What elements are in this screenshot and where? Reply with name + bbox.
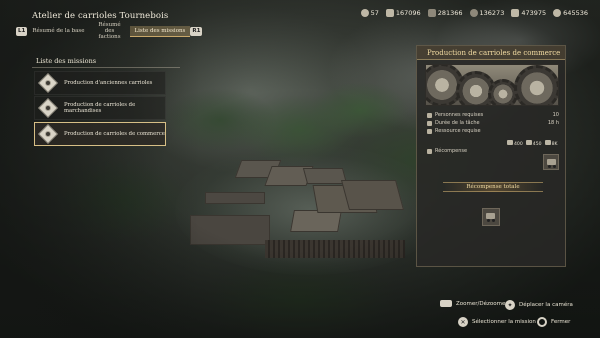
wood-icon: [507, 140, 513, 145]
resource-helmet: 57: [360, 9, 379, 17]
crate-icon: [427, 128, 432, 134]
mission-detail-panel: Production de carrioles de commerce Pers…: [416, 45, 566, 267]
person-icon: [427, 112, 432, 118]
stat-people-required: Personnes requises 10: [427, 112, 559, 118]
mission-item-trade-carts[interactable]: Production de carrioles de commerce: [34, 122, 166, 146]
resource-wood: 281366: [427, 9, 463, 17]
prompt-close[interactable]: Fermer: [537, 317, 570, 327]
mission-emblem-icon: [38, 73, 58, 93]
page-title: Atelier de carrioles Tournebois: [32, 11, 169, 21]
cart-icon: [547, 159, 556, 168]
left-stick-icon: ✦: [505, 300, 515, 310]
resource-value: 473975: [521, 9, 547, 17]
mission-label: Production de carrioles de marchandises: [64, 101, 136, 115]
circle-button-icon: [537, 317, 547, 327]
resource-value: 645536: [563, 9, 588, 17]
ingot-icon: [544, 140, 551, 145]
mission-label: Production de carrioles de commerce: [64, 130, 165, 137]
stat-value: 18 h: [547, 120, 559, 126]
coin-icon: [553, 9, 562, 17]
resource-cart: 167096: [385, 9, 421, 17]
tab-mission-list[interactable]: Liste des missions: [129, 25, 191, 37]
cross-button-icon: ✕: [458, 317, 468, 327]
mission-item-old-carts[interactable]: Production d'anciennes carrioles: [34, 71, 166, 95]
reward-icon: [427, 148, 432, 154]
required-resources: 400 450 8K: [507, 140, 558, 147]
stone-icon: [525, 140, 532, 145]
resource-value: 57: [370, 9, 379, 17]
resource-value: 136273: [479, 9, 505, 17]
left-shade: [0, 0, 200, 338]
resource-value: 281366: [437, 9, 463, 17]
prompt-zoom[interactable]: Zoomer/Dézoomer: [440, 300, 508, 307]
tab-bar: L1 Résumé de la base Résumé des factions…: [16, 22, 203, 40]
total-reward-item-slot[interactable]: [482, 208, 500, 226]
resource-stone: 136273: [469, 9, 505, 17]
cart-icon: [385, 9, 394, 17]
resource-bar: 57 167096 281366 136273 473975 645536: [360, 9, 588, 17]
resource-ingot: 473975: [511, 9, 546, 17]
touchpad-icon: [440, 300, 452, 307]
reward-label: Récompense: [427, 148, 467, 154]
stat-value: 10: [552, 112, 559, 118]
mission-item-goods-carts[interactable]: Production de carrioles de marchandises: [34, 96, 166, 120]
stat-task-duration: Durée de la tâche 18 h: [427, 120, 559, 126]
mission-detail-title: Production de carrioles de commerce: [417, 46, 565, 60]
mission-emblem-icon: [38, 124, 58, 144]
stat-resource-required: Ressource requise: [427, 128, 559, 134]
r1-button-icon[interactable]: R1: [190, 26, 203, 36]
l1-button-icon[interactable]: L1: [16, 26, 28, 36]
tab-faction-summary[interactable]: Résumé des factions: [90, 22, 130, 40]
mission-list-title: Liste des missions: [36, 57, 97, 65]
divider: [32, 67, 180, 68]
tab-base-summary[interactable]: Résumé de la base: [27, 28, 89, 34]
helmet-icon: [360, 9, 369, 17]
resource-coin: 645536: [553, 9, 588, 17]
reward-item-slot[interactable]: [543, 154, 559, 170]
resource-value: 167096: [395, 9, 421, 17]
wood-icon: [427, 9, 436, 17]
mission-emblem-icon: [38, 98, 58, 118]
total-reward-header: Récompense totale: [443, 182, 543, 192]
prompt-move-camera[interactable]: ✦ Déplacer la caméra: [505, 300, 573, 310]
cart-icon: [486, 213, 495, 222]
ingot-icon: [511, 9, 520, 17]
hourglass-icon: [427, 120, 432, 126]
gears-illustration: [425, 64, 559, 106]
mission-label: Production d'anciennes carrioles: [64, 79, 153, 86]
prompt-select-mission[interactable]: ✕ Sélectionner la mission: [458, 317, 536, 327]
stone-icon: [469, 9, 478, 17]
